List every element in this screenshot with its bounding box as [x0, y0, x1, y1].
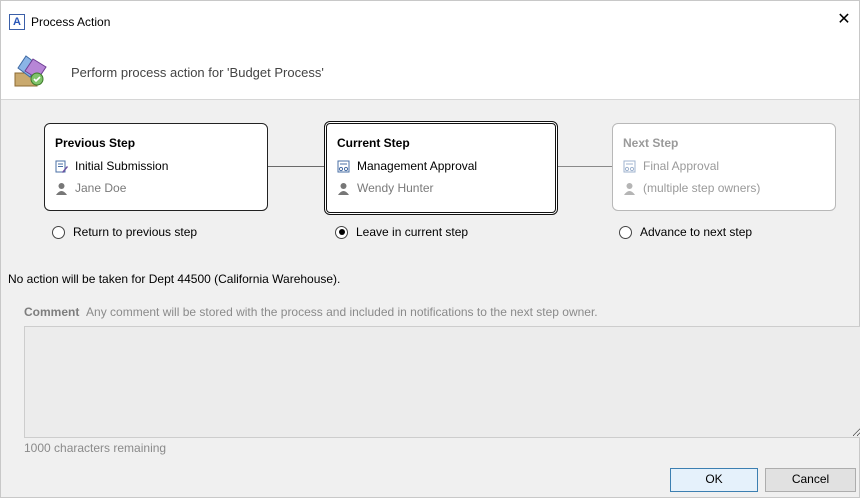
current-step-title: Current Step	[337, 136, 410, 150]
current-step-name-row: Management Approval	[337, 159, 477, 173]
next-step-name-row: Final Approval	[623, 159, 719, 173]
previous-step-name: Initial Submission	[75, 159, 169, 173]
previous-step-title: Previous Step	[55, 136, 136, 150]
comment-textarea[interactable]	[24, 326, 860, 438]
previous-step-owner-row: Jane Doe	[55, 181, 126, 195]
process-action-dialog: A Process Action ✕ Perform process actio…	[0, 0, 860, 498]
leave-in-current-radio[interactable]: Leave in current step	[335, 225, 468, 239]
connector-prev-current	[268, 166, 324, 167]
user-icon	[624, 182, 635, 195]
title-bar: A Process Action ✕	[1, 1, 859, 41]
return-to-previous-radio[interactable]: Return to previous step	[52, 225, 197, 239]
characters-remaining: 1000 characters remaining	[24, 441, 167, 455]
header-text: Perform process action for 'Budget Proce…	[71, 65, 324, 80]
cancel-button[interactable]: Cancel	[765, 468, 856, 492]
radio-circle[interactable]	[52, 225, 65, 239]
dialog-body: Previous Step Initial Submission Jane Do…	[1, 100, 860, 497]
radio-circle-selected[interactable]	[335, 225, 348, 239]
advance-to-next-radio[interactable]: Advance to next step	[619, 225, 752, 239]
window-title: Process Action	[31, 15, 111, 29]
approval-icon	[337, 160, 350, 172]
next-step-owner: (multiple step owners)	[643, 181, 761, 195]
close-button[interactable]: ✕	[833, 9, 855, 31]
advance-option-label: Advance to next step	[640, 225, 753, 239]
form-edit-icon	[55, 160, 68, 173]
return-option-label: Return to previous step	[73, 225, 198, 239]
current-step-card: Current Step Management Approval Wendy H…	[324, 121, 558, 215]
current-step-owner-row: Wendy Hunter	[337, 181, 433, 195]
previous-step-name-row: Initial Submission	[55, 159, 168, 173]
current-step-owner: Wendy Hunter	[357, 181, 434, 195]
approval-icon	[623, 160, 636, 172]
next-step-owner-row: (multiple step owners)	[623, 181, 760, 195]
previous-step-card: Previous Step Initial Submission Jane Do…	[44, 123, 268, 211]
next-step-name: Final Approval	[643, 159, 720, 173]
comment-hint: Any comment will be stored with the proc…	[86, 305, 598, 319]
comment-label-row: Comment Any comment will be stored with …	[24, 305, 598, 319]
next-step-title: Next Step	[623, 136, 679, 150]
process-action-icon	[14, 55, 47, 87]
action-info-text: No action will be taken for Dept 44500 (…	[8, 272, 341, 286]
user-icon	[56, 182, 67, 195]
dialog-header: Perform process action for 'Budget Proce…	[1, 47, 859, 99]
radio-circle[interactable]	[619, 225, 632, 239]
app-icon: A	[9, 14, 25, 30]
ok-button[interactable]: OK	[670, 468, 758, 492]
connector-current-next	[554, 166, 612, 167]
previous-step-owner: Jane Doe	[75, 181, 127, 195]
user-icon	[338, 182, 349, 195]
comment-label: Comment	[24, 305, 80, 319]
leave-option-label: Leave in current step	[356, 225, 469, 239]
current-step-name: Management Approval	[357, 159, 478, 173]
next-step-card: Next Step Final Approval (multiple step …	[612, 123, 836, 211]
